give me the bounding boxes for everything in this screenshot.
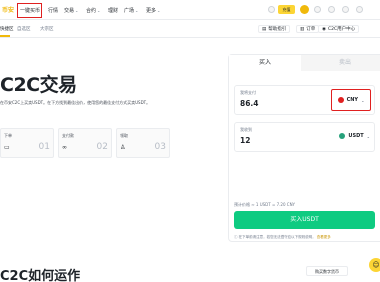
page-description: 在币安C2C上买卖USDT。在下方找到最佳出价，使用您的最佳支付方式买卖USDT… xyxy=(0,100,151,105)
nav-item-futures[interactable]: 合约⌄ xyxy=(86,7,100,14)
receive-label: 我收到 xyxy=(240,127,252,132)
step-number: 01 xyxy=(38,142,50,152)
c2c-subnav: 快捷区 自选区 大宗区 ▤ 帮助指引 ▥ 订单 ◉ C2C用户中心 xyxy=(0,20,380,38)
page-title: C2C交易 xyxy=(0,74,77,96)
help-icon: ▤ xyxy=(262,26,267,32)
step-label: 下单 xyxy=(4,133,12,138)
notice-body: 在下单前请注意，若您无法遵守应以下规则说明， xyxy=(238,235,316,239)
nav-item-markets[interactable]: 行情 xyxy=(48,7,58,14)
avatar[interactable] xyxy=(300,5,309,14)
buy-usdt-button[interactable]: 买入USDT xyxy=(234,211,375,229)
nav-item-more-label: 更多 xyxy=(146,8,157,14)
reference-price: 预计价格 ≈ 1 USDT = 7.20 CNY xyxy=(234,202,296,207)
pay-field[interactable]: 我将支付 86.4 CNY ⌄ xyxy=(234,85,375,115)
search-icon[interactable] xyxy=(268,6,275,13)
user-icon: ◉ xyxy=(322,26,326,32)
notice-more-link[interactable]: 查看更多 xyxy=(317,235,331,239)
brand-logo[interactable]: 币安 xyxy=(2,5,14,14)
support-chat-icon[interactable]: ☺ xyxy=(369,258,380,272)
receive-field[interactable]: 我收到 12 USDT ⌄ xyxy=(234,122,375,152)
tab-block[interactable]: 大宗区 xyxy=(40,26,54,32)
info-icon: ⓘ xyxy=(234,235,238,239)
pay-currency-select[interactable]: CNY ⌄ xyxy=(331,89,371,111)
chevron-down-icon: ⌄ xyxy=(135,8,139,13)
order-icon: ▭ xyxy=(4,144,10,151)
top-navbar: 币安 一键买币 行情 交易⌄ 合约⌄ 理财 广场⌄ 更多⌄ 充值 xyxy=(0,0,380,20)
notification-icon[interactable] xyxy=(328,6,335,13)
nav-item-futures-label: 合约 xyxy=(86,8,97,14)
orders-icon: ▥ xyxy=(300,26,305,32)
help-guide-label: 帮助指引 xyxy=(268,27,287,32)
receive-currency-label: USDT xyxy=(348,133,364,139)
step-number: 02 xyxy=(96,142,108,152)
user-center-label: C2C用户中心 xyxy=(327,27,356,32)
help-guide-button[interactable]: ▤ 帮助指引 xyxy=(258,25,291,33)
pay-currency-label: CNY xyxy=(346,97,359,103)
cny-flag-icon xyxy=(337,97,344,103)
chevron-down-icon: ⌄ xyxy=(366,133,370,139)
orders-label: 订单 xyxy=(306,27,316,32)
step-number: 03 xyxy=(154,142,166,152)
receive-icon: ♙ xyxy=(120,144,126,151)
pay-label: 我将支付 xyxy=(240,90,256,95)
user-center-button[interactable]: ◉ C2C用户中心 xyxy=(318,25,360,33)
nav-item-earn[interactable]: 理财 xyxy=(108,7,118,14)
trade-panel: 买入 卖出 我将支付 86.4 CNY ⌄ 我收到 12 USDT ⌄ 预计价格… xyxy=(228,54,380,242)
step-label: 支付款 xyxy=(62,133,74,138)
payment-icon: ∞ xyxy=(62,144,67,151)
step-card: 下单 ▭ 01 xyxy=(0,128,54,158)
nav-item-square-label: 广场 xyxy=(124,8,135,14)
step-card: 领取 ♙ 03 xyxy=(116,128,170,158)
theme-icon[interactable] xyxy=(356,6,363,13)
download-icon[interactable] xyxy=(314,6,321,13)
receive-currency-select[interactable]: USDT ⌄ xyxy=(339,133,370,139)
chevron-down-icon: ⌄ xyxy=(157,8,161,13)
pay-amount-input[interactable]: 86.4 xyxy=(240,99,259,108)
steps-row: 下单 ▭ 01 支付款 ∞ 02 领取 ♙ 03 xyxy=(0,128,170,158)
nav-item-trade[interactable]: 交易⌄ xyxy=(64,7,78,14)
nav-item-more[interactable]: 更多⌄ xyxy=(146,7,160,14)
notice-text: ⓘ 在下单前请注意，若您无法遵守应以下规则说明， 查看更多 xyxy=(234,235,331,240)
receive-amount-input[interactable]: 12 xyxy=(240,136,250,145)
globe-icon[interactable] xyxy=(342,6,349,13)
orders-button[interactable]: ▥ 订单 xyxy=(296,25,320,33)
tab-p2p[interactable]: 自选区 xyxy=(17,26,31,32)
how-it-works-title: C2C如何运作 xyxy=(0,269,81,282)
deposit-button[interactable]: 充值 xyxy=(278,5,295,14)
tab-buy[interactable]: 买入 xyxy=(229,55,301,71)
nav-item-square[interactable]: 广场⌄ xyxy=(124,7,138,14)
nav-item-trade-label: 交易 xyxy=(64,8,75,14)
tab-sell[interactable]: 卖出 xyxy=(301,55,380,71)
tab-express[interactable]: 快捷区 xyxy=(0,26,14,32)
usdt-token-icon xyxy=(339,133,346,139)
step-label: 领取 xyxy=(120,133,128,138)
step-card: 支付款 ∞ 02 xyxy=(58,128,112,158)
chevron-down-icon: ⌄ xyxy=(361,97,365,103)
active-tab-indicator xyxy=(0,35,10,37)
nav-item-quick-buy[interactable]: 一键买币 xyxy=(20,7,40,14)
chevron-down-icon: ⌄ xyxy=(97,8,101,13)
buy-crypto-guide-button[interactable]: 购买数字货币 xyxy=(306,266,348,276)
chevron-down-icon: ⌄ xyxy=(75,8,79,13)
